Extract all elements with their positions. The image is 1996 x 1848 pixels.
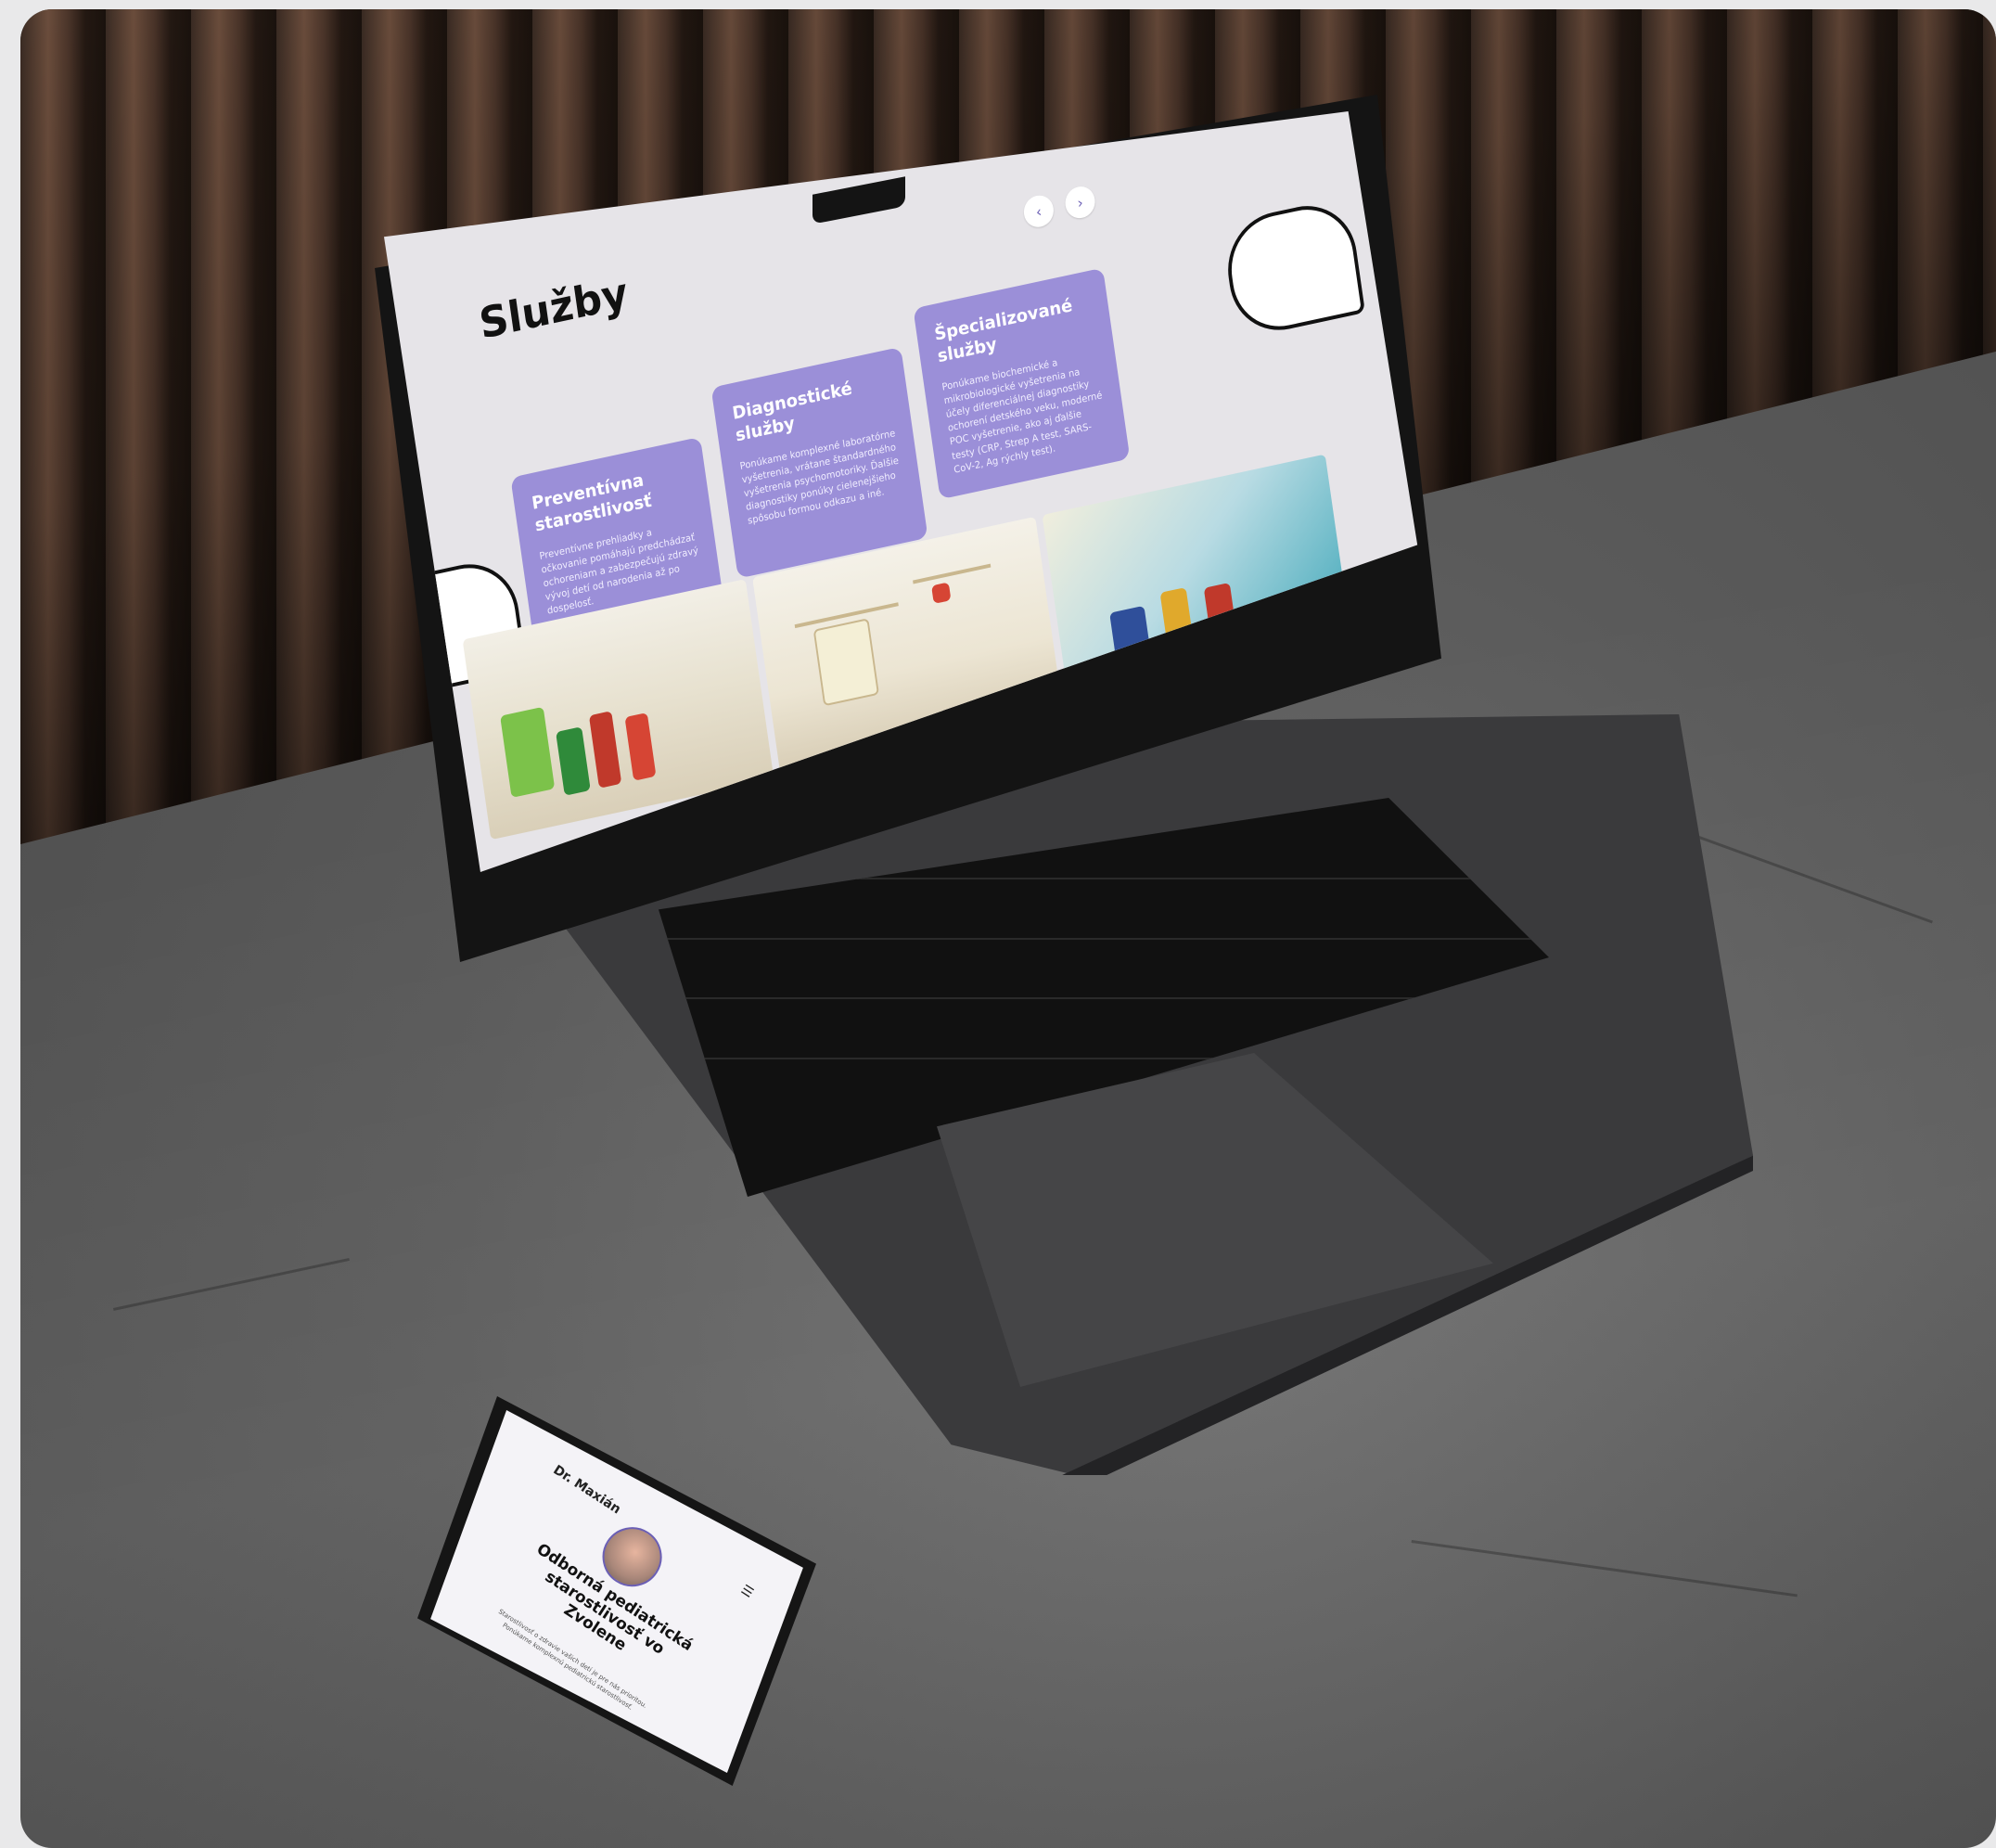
section-title: Služby [476,267,632,349]
site-logo[interactable]: Dr. Maxián [550,1463,623,1518]
next-arrow-icon[interactable]: › [1063,184,1097,222]
cloud-illustration [1221,196,1365,340]
prev-arrow-icon[interactable]: ‹ [1021,192,1056,230]
carousel-nav: ‹ › [1021,184,1097,230]
service-card-specialized[interactable]: Špecializované služby Ponúkame biochemic… [913,267,1131,500]
service-card-diagnostic[interactable]: Diagnostické služby Ponúkame komplexné l… [710,346,928,579]
menu-icon[interactable]: ☰ [738,1583,756,1601]
card-text: Ponúkame biochemické a mikrobiologické v… [940,356,1104,476]
card-text: Ponúkame komplexné laboratórne vyšetreni… [738,427,900,528]
